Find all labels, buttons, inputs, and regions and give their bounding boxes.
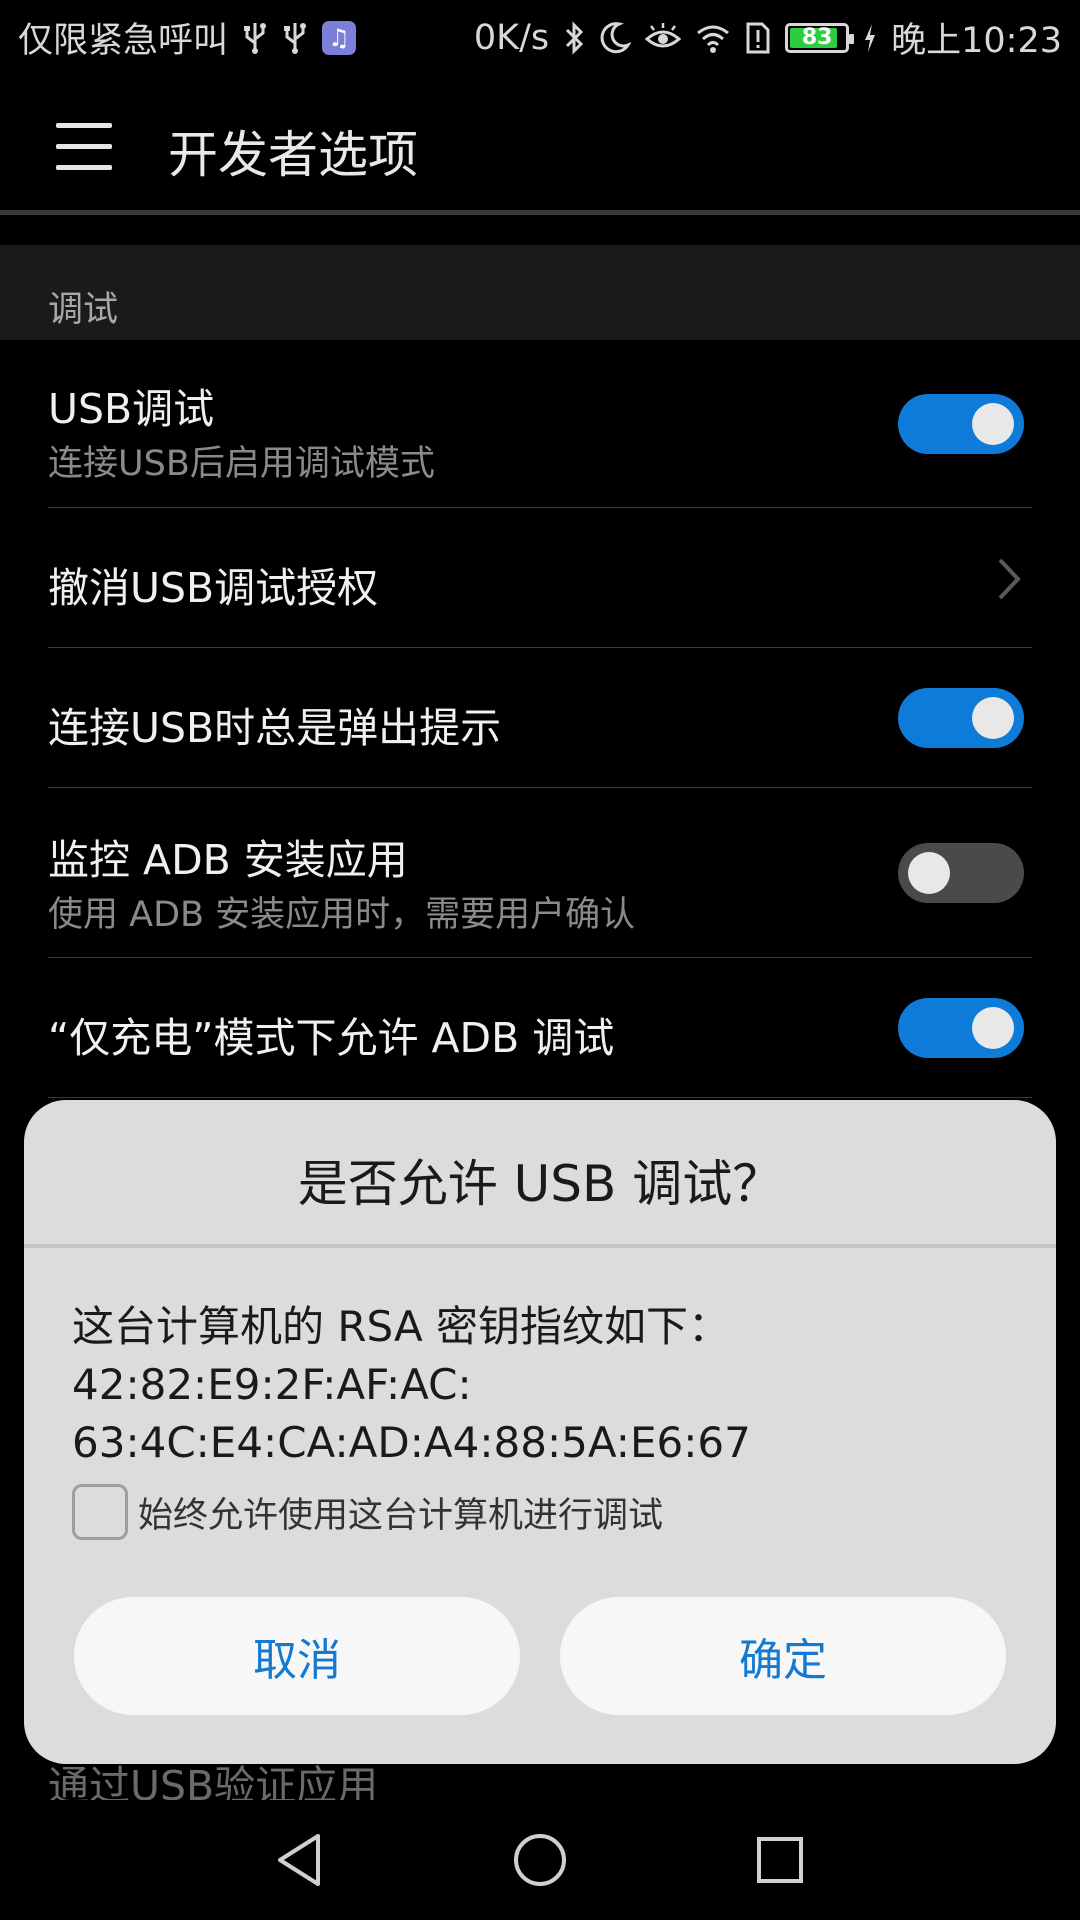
usb-icon xyxy=(282,21,308,55)
net-speed: 0K/s xyxy=(473,17,550,58)
status-bar: 仅限紧急呼叫 ♫ 0K/s 83 晚上10:23 xyxy=(0,0,1080,75)
dialog-message: 这台计算机的 RSA 密钥指纹如下： 42:82:E9:2F:AF:AC: 63… xyxy=(72,1298,751,1472)
carrier-text: 仅限紧急呼叫 xyxy=(18,21,229,61)
wifi-icon xyxy=(695,21,731,55)
recents-icon[interactable] xyxy=(750,1830,810,1890)
usb-debugging-dialog: 是否允许 USB 调试？ 这台计算机的 RSA 密钥指纹如下： 42:82:E9… xyxy=(24,1100,1056,1764)
clock: 晚上10:23 xyxy=(891,21,1062,61)
battery-icon: 83 xyxy=(785,22,855,53)
setting-row-revoke-usb-auth[interactable]: 撤消USB调试授权 xyxy=(48,508,1032,648)
music-app-icon: ♫ xyxy=(322,20,357,55)
ok-button[interactable]: 确定 xyxy=(560,1597,1006,1715)
rsa-fingerprint-line: 63:4C:E4:CA:AD:A4:88:5A:E6:67 xyxy=(72,1418,751,1467)
usb-debugging-toggle[interactable] xyxy=(898,394,1024,454)
dialog-message-line: 这台计算机的 RSA 密钥指纹如下： xyxy=(72,1302,731,1351)
monitor-adb-install-toggle[interactable] xyxy=(898,843,1024,903)
setting-title: USB调试 xyxy=(48,385,215,433)
charge-only-adb-toggle[interactable] xyxy=(898,998,1024,1058)
section-header-label: 调试 xyxy=(48,290,119,330)
app-bar-divider xyxy=(0,210,1080,215)
bluetooth-icon xyxy=(563,20,585,55)
status-bar-right: 0K/s 83 晚上10:23 xyxy=(474,12,1062,63)
usb-prompt-toggle[interactable] xyxy=(898,688,1024,748)
always-allow-checkbox[interactable] xyxy=(72,1484,128,1540)
page-title: 开发者选项 xyxy=(168,126,418,184)
dialog-divider xyxy=(24,1244,1056,1248)
charging-icon xyxy=(863,21,877,55)
section-header: 调试 xyxy=(0,245,1080,340)
dialog-title: 是否允许 USB 调试？ xyxy=(297,1155,783,1213)
home-icon[interactable] xyxy=(510,1830,570,1890)
app-bar: 开发者选项 xyxy=(0,75,1080,215)
setting-row-charge-only-adb[interactable]: “仅充电”模式下允许 ADB 调试 xyxy=(48,958,1032,1098)
usb-icon xyxy=(242,21,268,55)
navigation-bar xyxy=(0,1800,1080,1920)
always-allow-checkbox-row[interactable]: 始终允许使用这台计算机进行调试 xyxy=(72,1484,663,1540)
setting-subtitle: 使用 ADB 安装应用时，需要用户确认 xyxy=(48,895,636,935)
setting-title: 连接USB时总是弹出提示 xyxy=(48,704,502,752)
rsa-fingerprint-line: 42:82:E9:2F:AF:AC: xyxy=(72,1360,472,1409)
setting-title: 撤消USB调试授权 xyxy=(48,564,379,612)
moon-icon xyxy=(599,21,632,55)
setting-title: “仅充电”模式下允许 ADB 调试 xyxy=(48,1014,615,1062)
battery-level: 83 xyxy=(801,25,833,50)
back-icon[interactable] xyxy=(270,1830,330,1890)
setting-row-usb-debugging[interactable]: USB调试 连接USB后启用调试模式 xyxy=(48,340,1032,508)
eye-icon xyxy=(645,21,682,55)
status-bar-left: 仅限紧急呼叫 ♫ xyxy=(18,12,357,63)
chevron-right-icon xyxy=(998,558,1021,600)
always-allow-label: 始终允许使用这台计算机进行调试 xyxy=(138,1495,664,1536)
setting-title: 监控 ADB 安装应用 xyxy=(48,836,408,884)
setting-row-monitor-adb-install[interactable]: 监控 ADB 安装应用 使用 ADB 安装应用时，需要用户确认 xyxy=(48,788,1032,958)
cancel-button[interactable]: 取消 xyxy=(74,1597,520,1715)
alert-icon xyxy=(745,21,771,55)
setting-subtitle: 连接USB后启用调试模式 xyxy=(48,444,435,484)
menu-icon[interactable] xyxy=(56,123,112,170)
setting-row-usb-prompt[interactable]: 连接USB时总是弹出提示 xyxy=(48,648,1032,788)
